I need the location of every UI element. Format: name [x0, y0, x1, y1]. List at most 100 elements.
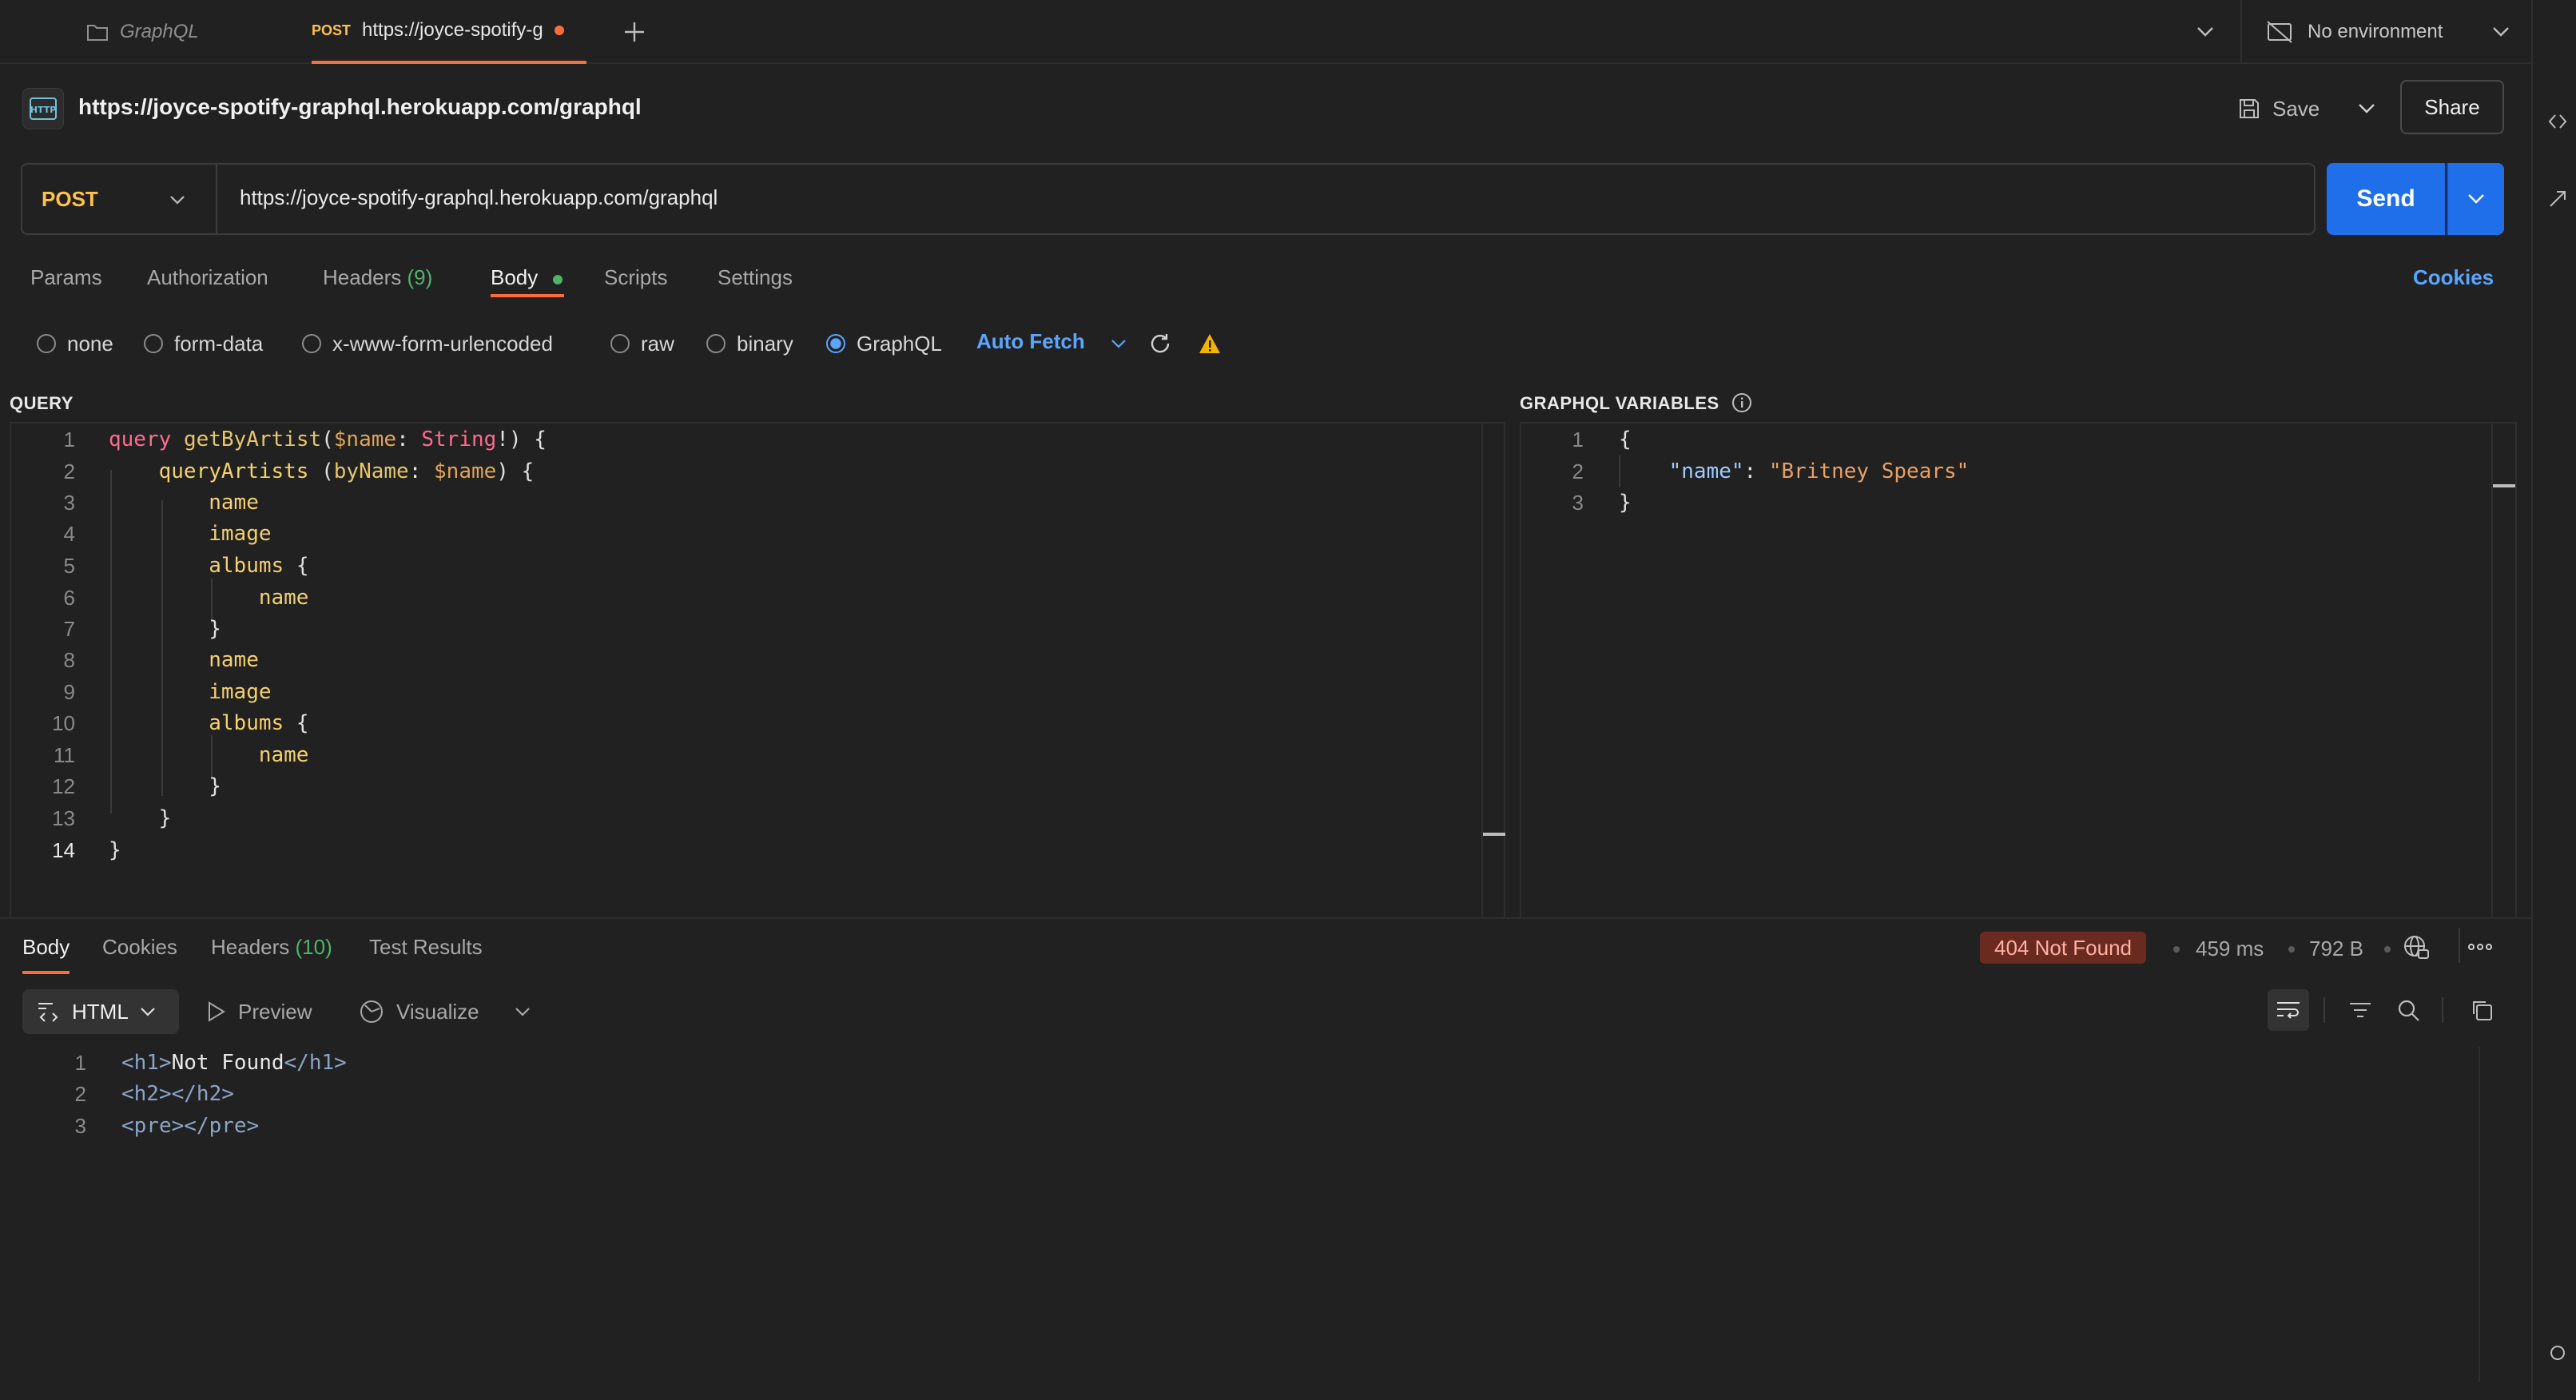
settings-icon[interactable]: [2547, 1342, 2568, 1363]
response-tab-cookies[interactable]: Cookies: [102, 935, 177, 960]
search-icon[interactable]: [2387, 989, 2429, 1031]
variables-editor[interactable]: [1520, 422, 2517, 917]
response-size[interactable]: 792 B: [2309, 937, 2363, 961]
more-options-icon[interactable]: [2466, 935, 2495, 959]
query-line: query getByArtist($name: String!) {: [109, 428, 547, 451]
query-scrollbar[interactable]: [1481, 424, 1502, 917]
radio-graphql[interactable]: GraphQL: [826, 328, 942, 360]
response-tab-test-results[interactable]: Test Results: [369, 935, 483, 960]
wrap-lines-icon[interactable]: [2268, 989, 2309, 1031]
chevron-down-icon: [140, 1007, 156, 1016]
method-chevron-down-icon[interactable]: [160, 182, 195, 217]
response-line: <h2></h2>: [121, 1082, 234, 1106]
environment-selector[interactable]: No environment: [2266, 0, 2443, 64]
code-icon[interactable]: [2547, 112, 2568, 131]
unsaved-dot-icon: [554, 26, 564, 35]
network-globe-icon[interactable]: [2402, 933, 2431, 962]
warning-icon[interactable]: [1194, 328, 1226, 360]
line-number: 14: [52, 838, 75, 862]
radio-label: form-data: [174, 331, 264, 356]
tab-settings[interactable]: Settings: [718, 265, 793, 290]
code-format-icon: [37, 1000, 61, 1023]
tab-params[interactable]: Params: [30, 265, 102, 290]
tab-headers[interactable]: Headers (9): [323, 265, 432, 290]
status-badge[interactable]: 404 Not Found: [1980, 932, 2147, 964]
visualize-button[interactable]: Visualize: [358, 991, 479, 1032]
divider: [2459, 928, 2460, 963]
info-icon[interactable]: [1731, 392, 1753, 414]
separator-dot: [2173, 946, 2180, 953]
response-line: <h1>Not Found</h1>: [121, 1051, 347, 1075]
tabs-overflow-chevron-down-icon[interactable]: [2189, 16, 2221, 48]
method-value: POST: [42, 186, 98, 211]
radio-none[interactable]: none: [37, 328, 113, 360]
radio-label: x-www-form-urlencoded: [332, 331, 553, 356]
send-button[interactable]: Send: [2327, 163, 2445, 235]
response-tab-headers[interactable]: Headers (10): [211, 935, 332, 960]
radio-button-selected-icon: [826, 334, 845, 353]
line-number: 7: [63, 617, 75, 641]
response-divider: [0, 917, 2531, 919]
right-sidebar: [2531, 0, 2576, 1400]
tab-headers-label: Headers: [323, 265, 402, 289]
radio-label: GraphQL: [857, 331, 942, 356]
variables-scrollbar[interactable]: [2491, 424, 2512, 917]
copy-icon[interactable]: [2461, 989, 2502, 1031]
save-options-chevron-down-icon[interactable]: [2349, 91, 2384, 126]
tab-request[interactable]: POST https://joyce-spotify-g: [312, 0, 586, 64]
save-label: Save: [2272, 96, 2320, 121]
radio-form-data[interactable]: form-data: [144, 328, 263, 360]
variables-scroll-marker: [2493, 484, 2515, 487]
divider: [2442, 997, 2443, 1023]
line-number: 2: [74, 1082, 86, 1106]
filter-icon[interactable]: [2339, 989, 2381, 1031]
active-tab-underline: [491, 294, 564, 297]
plus-icon: [625, 22, 644, 42]
share-button[interactable]: Share: [2400, 80, 2504, 134]
tab-scripts[interactable]: Scripts: [604, 265, 667, 290]
url-input[interactable]: https://joyce-spotify-graphql.herokuapp.…: [240, 185, 718, 210]
tab-authorization[interactable]: Authorization: [147, 265, 268, 290]
body-modified-dot-icon: [553, 275, 563, 284]
cookies-link[interactable]: Cookies: [2413, 265, 2494, 290]
environment-chevron-down-icon[interactable]: [2485, 16, 2517, 48]
request-title[interactable]: https://joyce-spotify-graphql.herokuapp.…: [78, 94, 642, 120]
response-tab-headers-count: (10): [295, 935, 332, 959]
new-tab-button[interactable]: [615, 13, 654, 51]
query-line: queryArtists (byName: $name) {: [158, 459, 535, 483]
auto-fetch-button[interactable]: Auto Fetch: [976, 329, 1085, 354]
preview-button[interactable]: Preview: [206, 991, 312, 1032]
response-line: <pre></pre>: [121, 1114, 260, 1138]
radio-x-www-form-urlencoded[interactable]: x-www-form-urlencoded: [302, 328, 553, 360]
send-options-chevron-down-icon[interactable]: [2447, 163, 2504, 235]
radio-button-icon: [37, 334, 56, 353]
save-button[interactable]: Save: [2237, 85, 2320, 133]
radio-raw[interactable]: raw: [610, 328, 674, 360]
query-line: name: [258, 586, 309, 610]
divider: [2240, 0, 2242, 64]
tab-label: https://joyce-spotify-g: [362, 19, 543, 41]
response-tab-body[interactable]: Body: [22, 935, 70, 974]
line-number: 3: [1572, 491, 1584, 515]
auto-fetch-chevron-down-icon[interactable]: [1103, 328, 1135, 360]
response-time[interactable]: 459 ms: [2196, 937, 2264, 961]
line-number: 2: [63, 459, 75, 483]
tab-headers-count: (9): [407, 265, 433, 289]
query-line: image: [209, 522, 272, 546]
variables-line: "name": "Britney Spears": [1668, 459, 1970, 483]
format-select[interactable]: HTML: [22, 989, 179, 1034]
visualize-icon: [358, 998, 385, 1025]
tab-graphql-folder[interactable]: GraphQL: [86, 0, 278, 64]
separator-dot: [2288, 946, 2295, 953]
visualize-chevron-down-icon[interactable]: [507, 996, 539, 1028]
tab-body[interactable]: Body: [491, 265, 538, 290]
refresh-schema-icon[interactable]: [1144, 328, 1176, 360]
related-icon[interactable]: [2547, 189, 2568, 209]
radio-label: binary: [737, 331, 793, 356]
radio-binary[interactable]: binary: [706, 328, 793, 360]
radio-label: none: [67, 331, 113, 356]
line-number: 9: [63, 680, 75, 704]
response-scrollbar[interactable]: [2479, 1047, 2499, 1382]
tab-method-badge: POST: [312, 22, 352, 38]
http-request-icon: HTTP: [22, 88, 64, 129]
